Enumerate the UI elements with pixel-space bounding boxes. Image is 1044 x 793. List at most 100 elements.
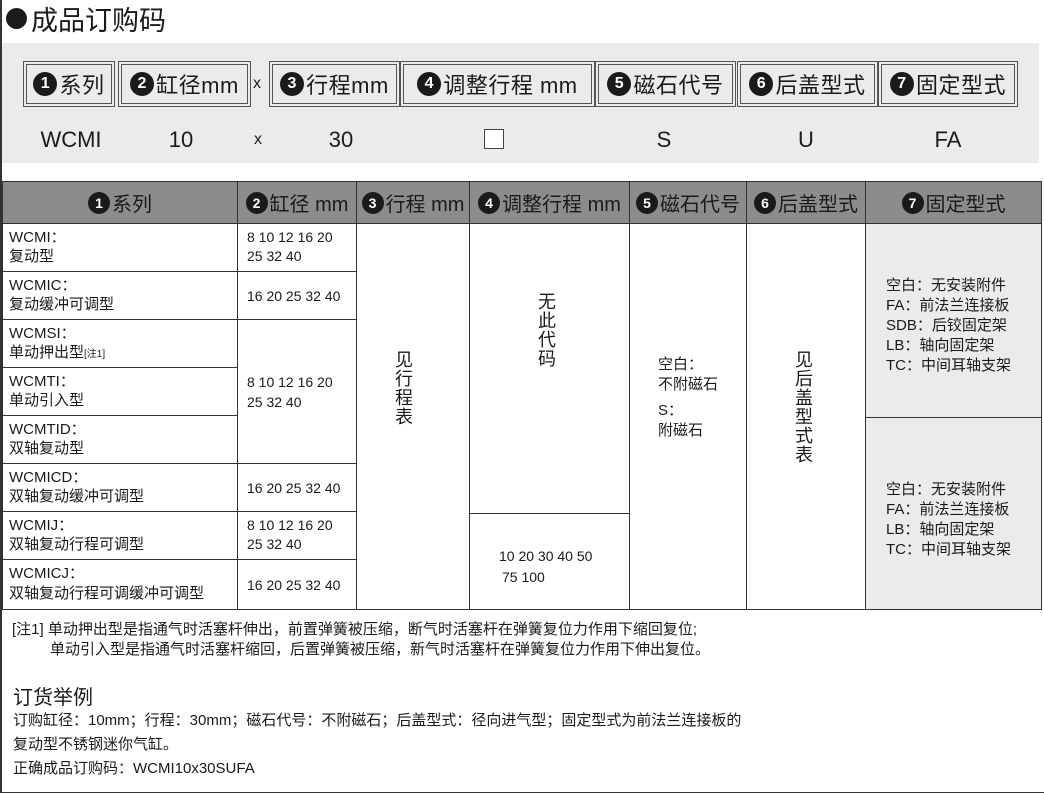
number-7-icon: 7 bbox=[889, 72, 914, 96]
title-text: 成品订购码 bbox=[31, 5, 166, 36]
footnote-line-2: 单动引入型是指通气时活塞杆缩回，后置弹簧被压缩，新气时活塞杆在弹簧复位力作用下伸… bbox=[50, 641, 711, 658]
header-bore: 2 缸径 mm bbox=[237, 181, 357, 224]
number-1-icon: 1 bbox=[88, 191, 110, 214]
series-desc: 双轴复动缓冲可调型 bbox=[9, 488, 145, 505]
code-box-cover: 6 后盖型式 bbox=[737, 61, 878, 107]
series-desc: 复动缓冲可调型 bbox=[9, 296, 115, 313]
series-desc: 双轴复动行程可调型 bbox=[9, 536, 145, 553]
bore-values: 8 10 12 16 20 bbox=[247, 229, 333, 245]
code-box-label: 行程mm bbox=[306, 73, 389, 98]
series-desc: 双轴复动行程可调缓冲可调型 bbox=[9, 585, 205, 602]
code-box-label: 调整行程 mm bbox=[443, 73, 578, 98]
number-4-icon: 4 bbox=[417, 72, 442, 96]
code-box-bore: 2 缸径mm bbox=[118, 61, 251, 107]
stroke-see-table: 见行程表 bbox=[393, 350, 413, 426]
header-magnet: 5 磁石代号 bbox=[629, 181, 747, 224]
series-code: WCMTID： bbox=[9, 421, 86, 438]
code-box-label: 后盖型式 bbox=[775, 73, 866, 98]
order-example-line-3: 正确成品订购码：WCMI10x30SUFA bbox=[13, 760, 255, 777]
series-code: WCMICJ： bbox=[9, 565, 84, 582]
bore-cell: 8 10 12 16 20 25 32 40 bbox=[237, 223, 357, 272]
header-label: 固定型式 bbox=[925, 194, 1006, 216]
magnet-line: 不附磁石 bbox=[658, 376, 719, 393]
bore-cell: 8 10 12 16 20 25 32 40 bbox=[237, 319, 357, 464]
code-box-label: 固定型式 bbox=[915, 73, 1006, 98]
example-bore: 10 bbox=[168, 127, 194, 152]
number-6-icon: 6 bbox=[754, 191, 776, 214]
number-3-icon: 3 bbox=[361, 191, 384, 214]
mount-option: SDB：后铰固定架 bbox=[886, 317, 1007, 334]
example-cover: U bbox=[798, 127, 814, 152]
times-sign: x bbox=[253, 75, 261, 92]
bore-values: 16 20 25 32 40 bbox=[247, 480, 341, 496]
bore-cell: 8 10 12 16 20 25 32 40 bbox=[237, 511, 357, 560]
footnote-mark: [注1] bbox=[84, 349, 106, 360]
mount-option: LB：轴向固定架 bbox=[886, 521, 995, 538]
code-box-label: 缸径mm bbox=[156, 73, 239, 98]
code-box-stroke: 3 行程mm bbox=[269, 61, 400, 107]
number-5-icon: 5 bbox=[636, 191, 658, 214]
series-row: WCMTI： 单动引入型 bbox=[2, 367, 238, 416]
series-desc: 单动引入型 bbox=[9, 392, 85, 409]
cover-see-table: 见后盖型式表 bbox=[793, 350, 813, 464]
number-1-icon: 1 bbox=[33, 72, 58, 96]
footnote-line-1: [注1] 单动押出型是指通气时活塞杆伸出，前置弹簧被压缩，断气时活塞杆在弹簧复位… bbox=[12, 621, 698, 638]
magnet-line: S： bbox=[658, 402, 684, 419]
series-row: WCMIC： 复动缓冲可调型 bbox=[2, 271, 238, 320]
adjust-values: 10 20 30 40 50 bbox=[499, 548, 593, 564]
empty-box-icon bbox=[484, 129, 504, 149]
stroke-cell: 见行程表 bbox=[356, 223, 470, 610]
series-row: WCMIJ： 双轴复动行程可调型 bbox=[2, 511, 238, 560]
spec-table: 1 系列 2 缸径 mm 3 行程 mm 4 调整行程 mm 5 磁石代号 6 … bbox=[2, 181, 1042, 610]
mount-option: 空白：无安装附件 bbox=[886, 277, 1007, 294]
magnet-cell: 空白： 不附磁石 S： 附磁石 bbox=[629, 223, 747, 610]
code-box-label: 系列 bbox=[59, 73, 105, 98]
bore-values: 25 32 40 bbox=[247, 394, 302, 410]
footnote: [注1] 单动押出型是指通气时活塞杆伸出，前置弹簧被压缩，断气时活塞杆在弹簧复位… bbox=[12, 620, 710, 660]
bore-values: 16 20 25 32 40 bbox=[247, 288, 341, 304]
mount-option: LB：轴向固定架 bbox=[886, 337, 995, 354]
header-mount: 7 固定型式 bbox=[865, 181, 1042, 224]
bore-values: 25 32 40 bbox=[247, 248, 302, 264]
bore-values: 16 20 25 32 40 bbox=[247, 577, 341, 593]
series-code: WCMIJ： bbox=[9, 517, 74, 534]
series-desc: 复动型 bbox=[9, 248, 55, 265]
series-code: WCMSI： bbox=[9, 325, 76, 342]
order-example-line-2: 复动型不锈钢迷你气缸。 bbox=[13, 736, 179, 753]
series-row: WCMI： 复动型 bbox=[2, 223, 238, 272]
bore-cell: 16 20 25 32 40 bbox=[237, 559, 357, 610]
number-2-icon: 2 bbox=[245, 191, 268, 214]
series-row: WCMTID： 双轴复动型 bbox=[2, 415, 238, 464]
header-stroke: 3 行程 mm bbox=[356, 181, 470, 224]
code-box-series: 1 系列 bbox=[23, 61, 115, 107]
adjust-values: 75 100 bbox=[502, 569, 545, 585]
header-label: 行程 mm bbox=[385, 194, 465, 216]
bore-values: 8 10 12 16 20 bbox=[247, 374, 333, 390]
order-example-text: 订购缸径：10mm；行程：30mm；磁石代号：不附磁石；后盖型式：径向进气型；固… bbox=[13, 709, 741, 781]
series-row: WCMICD： 双轴复动缓冲可调型 bbox=[2, 463, 238, 512]
header-adjust: 4 调整行程 mm bbox=[469, 181, 630, 224]
magnet-line: 空白： bbox=[658, 356, 704, 373]
header-label: 后盖型式 bbox=[778, 194, 858, 216]
series-row: WCMICJ： 双轴复动行程可调缓冲可调型 bbox=[2, 559, 238, 610]
header-label: 磁石代号 bbox=[660, 194, 740, 216]
mount-option: TC：中间耳轴支架 bbox=[886, 357, 1011, 374]
bore-cell: 16 20 25 32 40 bbox=[237, 271, 357, 320]
mount-option: FA：前法兰连接板 bbox=[886, 297, 1010, 314]
header-label: 系列 bbox=[112, 194, 152, 216]
number-4-icon: 4 bbox=[478, 191, 501, 214]
header-series: 1 系列 bbox=[2, 181, 238, 224]
series-code: WCMICD： bbox=[9, 469, 88, 486]
number-3-icon: 3 bbox=[280, 72, 305, 96]
adjust-no-code: 无此代码 bbox=[536, 292, 556, 368]
page-title: 成品订购码 bbox=[6, 0, 166, 36]
adjust-cell: 无此代码 bbox=[469, 223, 630, 514]
series-desc: 单动押出型[注1] bbox=[9, 344, 106, 361]
header-cover: 6 后盖型式 bbox=[746, 181, 866, 224]
series-code: WCMI： bbox=[9, 229, 66, 246]
code-box-magnet: 5 磁石代号 bbox=[595, 61, 736, 107]
series-row: WCMSI： 单动押出型[注1] bbox=[2, 319, 238, 368]
example-mount: FA bbox=[934, 127, 962, 152]
mount-cell: 空白：无安装附件 FA：前法兰连接板 SDB：后铰固定架 LB：轴向固定架 TC… bbox=[865, 223, 1042, 418]
number-5-icon: 5 bbox=[607, 72, 632, 96]
